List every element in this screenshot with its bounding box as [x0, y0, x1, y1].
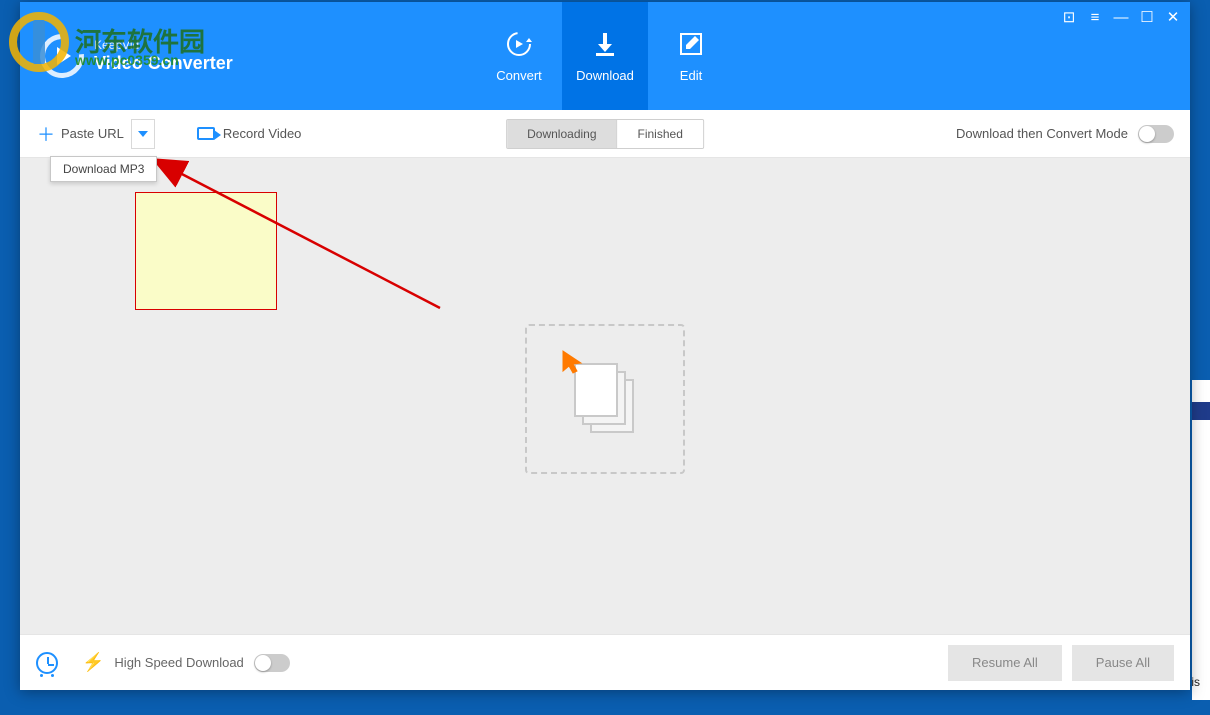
- main-tabs: Convert Download Edit: [476, 2, 734, 110]
- menu-icon[interactable]: ≡: [1086, 8, 1104, 26]
- convert-mode-label: Download then Convert Mode: [956, 126, 1128, 141]
- convert-icon: [505, 30, 533, 58]
- high-speed-toggle[interactable]: [254, 654, 290, 672]
- bolt-icon: ⚡: [82, 652, 104, 673]
- dropdown-item-download-mp3[interactable]: Download MP3: [63, 162, 144, 176]
- window-controls: ⊡ ≡ — ☐ ✕: [1060, 8, 1182, 26]
- paste-url-label: Paste URL: [61, 126, 124, 141]
- seg-finished[interactable]: Finished: [617, 120, 703, 148]
- chevron-down-icon: [138, 131, 148, 137]
- plus-icon: ＋: [37, 121, 55, 147]
- high-speed-wrap: ⚡ High Speed Download: [82, 652, 290, 673]
- app-title: KeepVid Video Converter: [94, 39, 233, 73]
- high-speed-label: High Speed Download: [114, 655, 243, 670]
- desktop-right-strip: [1192, 380, 1210, 700]
- paste-url-button[interactable]: ＋ Paste URL: [36, 119, 125, 149]
- pause-all-button[interactable]: Pause All: [1072, 645, 1174, 681]
- tab-convert[interactable]: Convert: [476, 2, 562, 110]
- content-area: [20, 158, 1190, 634]
- annotation-highlight-box: [135, 192, 277, 310]
- seg-downloading[interactable]: Downloading: [507, 120, 616, 148]
- app-logo-area: KeepVid Video Converter: [20, 2, 270, 110]
- app-name-line1: KeepVid: [94, 39, 233, 53]
- play-logo-icon: [40, 34, 84, 78]
- record-video-label: Record Video: [223, 126, 302, 141]
- cursor-icon: [560, 349, 586, 375]
- edit-icon: [677, 30, 705, 58]
- record-video-button[interactable]: Record Video: [197, 126, 302, 141]
- tab-convert-label: Convert: [496, 68, 542, 83]
- maximize-icon[interactable]: ☐: [1138, 8, 1156, 26]
- resume-all-button[interactable]: Resume All: [948, 645, 1062, 681]
- paste-url-dropdown-button[interactable]: [131, 119, 155, 149]
- app-name-line2: Video Converter: [94, 53, 233, 74]
- status-segmented-control: Downloading Finished: [506, 119, 704, 149]
- close-icon[interactable]: ✕: [1164, 8, 1182, 26]
- minimize-icon[interactable]: —: [1112, 8, 1130, 26]
- paste-url-dropdown-menu: Download MP3: [50, 156, 157, 182]
- download-icon: [591, 30, 619, 58]
- drop-zone[interactable]: [525, 324, 685, 474]
- toolbar: ＋ Paste URL Record Video Downloading Fin…: [20, 110, 1190, 158]
- app-window: KeepVid Video Converter Convert Download: [20, 2, 1190, 690]
- convert-mode-toggle[interactable]: [1138, 125, 1174, 143]
- tab-edit-label: Edit: [680, 68, 702, 83]
- tab-download[interactable]: Download: [562, 2, 648, 110]
- tab-edit[interactable]: Edit: [648, 2, 734, 110]
- schedule-icon[interactable]: [36, 652, 58, 674]
- tab-download-label: Download: [576, 68, 634, 83]
- app-header: KeepVid Video Converter Convert Download: [20, 2, 1190, 110]
- convert-mode-wrap: Download then Convert Mode: [956, 125, 1174, 143]
- footer: ⚡ High Speed Download Resume All Pause A…: [20, 634, 1190, 690]
- camera-icon: [197, 127, 215, 140]
- documents-icon: [576, 365, 634, 433]
- feedback-icon[interactable]: ⊡: [1060, 8, 1078, 26]
